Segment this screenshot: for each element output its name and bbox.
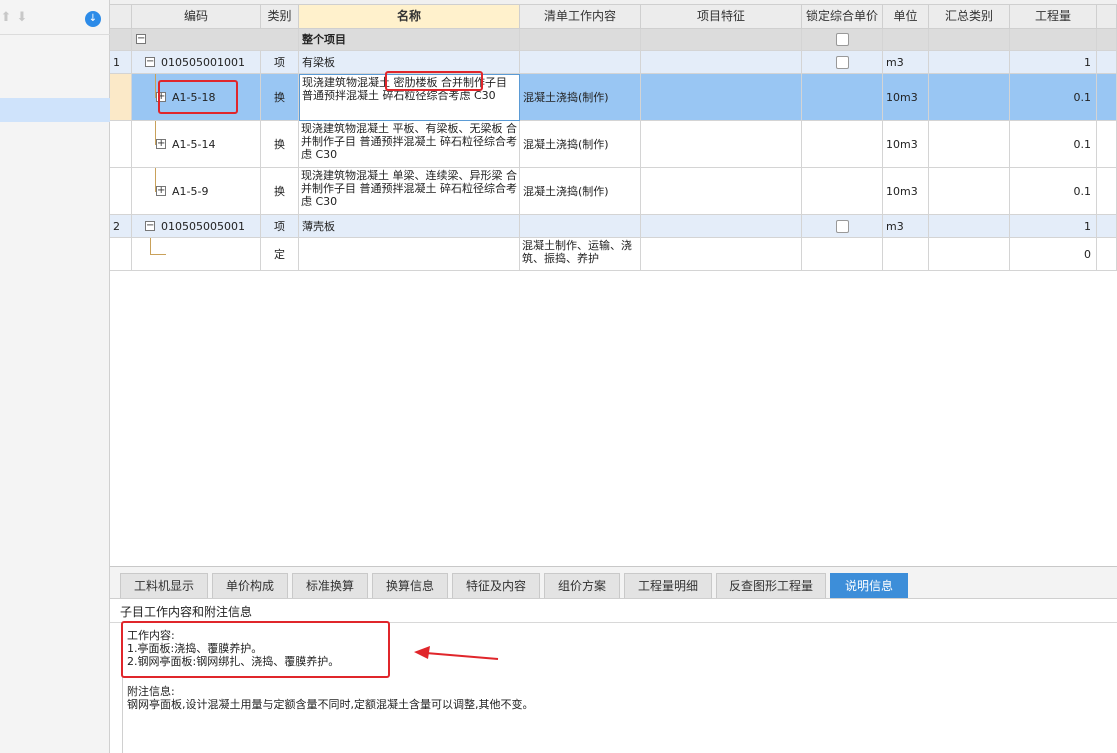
item-name[interactable]: 薄壳板 xyxy=(299,215,520,238)
download-icon[interactable]: ↓ xyxy=(85,11,101,27)
item-code: 010505005001 xyxy=(161,220,245,233)
item-unit: 10m3 xyxy=(883,121,929,168)
tab-features-content[interactable]: 特征及内容 xyxy=(452,573,540,598)
tab-quantity-detail[interactable]: 工程量明细 xyxy=(624,573,712,598)
left-tree-selected-item[interactable] xyxy=(0,98,110,122)
lock-checkbox[interactable] xyxy=(835,33,849,46)
bottom-panel: 工料机显示 单价构成 标准换算 换算信息 特征及内容 组价方案 工程量明细 反查… xyxy=(110,566,1117,753)
lock-checkbox[interactable] xyxy=(835,219,849,233)
description-content: 工作内容: 1.亭面板:浇捣、覆膜养护。 2.钢网亭面板:钢网绑扎、浇捣、覆膜养… xyxy=(122,625,1117,753)
expand-toggle[interactable]: + xyxy=(156,92,166,102)
header-code[interactable]: 编码 xyxy=(132,5,261,29)
item-quantity[interactable]: 0.1 xyxy=(1010,74,1097,121)
item-quantity[interactable]: 1 xyxy=(1010,51,1097,74)
row-number: 1 xyxy=(110,51,132,74)
item-name[interactable]: 有梁板 xyxy=(299,51,520,74)
item-work-content: 混凝土浇捣(制作) xyxy=(520,168,641,215)
header-type[interactable]: 类别 xyxy=(261,5,299,29)
expand-toggle[interactable]: + xyxy=(156,139,166,149)
tab-price-composition[interactable]: 单价构成 xyxy=(212,573,288,598)
item-type: 换 xyxy=(261,121,299,168)
left-toolbar: ⬆ ⬇ ↓ xyxy=(0,0,110,34)
item-name[interactable]: 现浇建筑物混凝土 平板、有梁板、无梁板 合并制作子目 普通预拌混凝土 碎石粒径综… xyxy=(299,121,520,168)
header-work-content[interactable]: 清单工作内容 xyxy=(520,5,641,29)
header-rownum xyxy=(110,5,132,29)
tab-description-info[interactable]: 说明信息 xyxy=(830,573,908,598)
item-work-content: 混凝土制作、运输、浇筑、振捣、养护 xyxy=(520,238,641,271)
header-lock-price[interactable]: 锁定综合单价 xyxy=(802,5,883,29)
work-content-label: 工作内容: xyxy=(127,629,175,642)
table-row[interactable]: + A1-5-9 换 现浇建筑物混凝土 单梁、连续梁、异形梁 合并制作子目 普通… xyxy=(110,168,1117,215)
collapse-toggle[interactable]: − xyxy=(145,57,155,67)
item-name[interactable] xyxy=(299,238,520,271)
collapse-toggle[interactable]: − xyxy=(136,34,146,44)
item-type: 换 xyxy=(261,74,299,121)
tab-reverse-lookup[interactable]: 反查图形工程量 xyxy=(716,573,826,598)
table-row[interactable]: + A1-5-14 换 现浇建筑物混凝土 平板、有梁板、无梁板 合并制作子目 普… xyxy=(110,121,1117,168)
row-number: 2 xyxy=(110,215,132,238)
table-row-group[interactable]: − 整个项目 xyxy=(110,29,1117,51)
item-type: 定 xyxy=(261,238,299,271)
expand-toggle[interactable]: + xyxy=(156,186,166,196)
item-quantity[interactable]: 0 xyxy=(1010,238,1097,271)
item-quantity[interactable]: 0.1 xyxy=(1010,121,1097,168)
item-work-content: 混凝土浇捣(制作) xyxy=(520,121,641,168)
annotation-arrow-icon xyxy=(414,646,499,660)
note-label: 附注信息: xyxy=(127,685,175,698)
work-item: 2.钢网亭面板:钢网绑扎、浇捣、覆膜养护。 xyxy=(127,655,340,668)
table-row-selected[interactable]: + A1-5-18 换 现浇建筑物混凝土 密肋楼板 合并制作子目 普通预拌混凝土… xyxy=(110,74,1117,121)
header-unit[interactable]: 单位 xyxy=(883,5,929,29)
group-name: 整个项目 xyxy=(299,29,520,51)
header-quantity[interactable]: 工程量 xyxy=(1010,5,1097,29)
left-divider xyxy=(0,34,110,35)
section-divider xyxy=(110,622,1117,623)
work-item: 1.亭面板:浇捣、覆膜养护。 xyxy=(127,642,263,655)
item-type: 换 xyxy=(261,168,299,215)
table-row[interactable]: 定 混凝土制作、运输、浇筑、振捣、养护 0 xyxy=(110,238,1117,271)
header-summary-type[interactable]: 汇总类别 xyxy=(929,5,1010,29)
lock-checkbox[interactable] xyxy=(835,55,849,69)
item-code: A1-5-9 xyxy=(172,185,209,198)
collapse-toggle[interactable]: − xyxy=(145,221,155,231)
move-up-icon[interactable]: ⬆ xyxy=(0,11,12,25)
tab-conversion-info[interactable]: 换算信息 xyxy=(372,573,448,598)
header-extra xyxy=(1097,5,1117,29)
item-unit: 10m3 xyxy=(883,74,929,121)
item-type: 项 xyxy=(261,215,299,238)
item-code: A1-5-18 xyxy=(172,91,216,104)
table-row[interactable]: 2 − 010505005001 项 薄壳板 m3 1 xyxy=(110,215,1117,238)
item-type: 项 xyxy=(261,51,299,74)
left-panel: ⬆ ⬇ ↓ xyxy=(0,0,110,753)
item-quantity[interactable]: 1 xyxy=(1010,215,1097,238)
header-feature[interactable]: 项目特征 xyxy=(641,5,802,29)
section-title: 子目工作内容和附注信息 xyxy=(120,605,253,619)
table-row[interactable]: 1 − 010505001001 项 有梁板 m3 1 xyxy=(110,51,1117,74)
item-code: 010505001001 xyxy=(161,56,245,69)
tab-standard-conversion[interactable]: 标准换算 xyxy=(292,573,368,598)
item-unit: 10m3 xyxy=(883,168,929,215)
note-text: 钢网亭面板,设计混凝土用量与定额含量不同时,定额混凝土含量可以调整,其他不变。 xyxy=(127,698,534,711)
item-unit: m3 xyxy=(883,51,929,74)
item-name[interactable]: 现浇建筑物混凝土 单梁、连续梁、异形梁 合并制作子目 普通预拌混凝土 碎石粒径综… xyxy=(299,168,520,215)
move-down-icon[interactable]: ⬇ xyxy=(16,11,28,25)
item-code: A1-5-14 xyxy=(172,138,216,151)
item-name-editor[interactable]: 现浇建筑物混凝土 密肋楼板 合并制作子目 普通预拌混凝土 碎石粒径综合考虑 C3… xyxy=(299,74,520,121)
tab-labor-material[interactable]: 工料机显示 xyxy=(120,573,208,598)
tab-pricing-plan[interactable]: 组价方案 xyxy=(544,573,620,598)
header-name[interactable]: 名称 xyxy=(299,5,520,29)
item-quantity[interactable]: 0.1 xyxy=(1010,168,1097,215)
bill-grid: 编码 类别 名称 清单工作内容 项目特征 锁定综合单价 单位 汇总类别 工程量 … xyxy=(110,0,1117,566)
item-unit: m3 xyxy=(883,215,929,238)
item-work-content: 混凝土浇捣(制作) xyxy=(520,74,641,121)
bottom-tabs: 工料机显示 单价构成 标准换算 换算信息 特征及内容 组价方案 工程量明细 反查… xyxy=(110,567,1117,599)
